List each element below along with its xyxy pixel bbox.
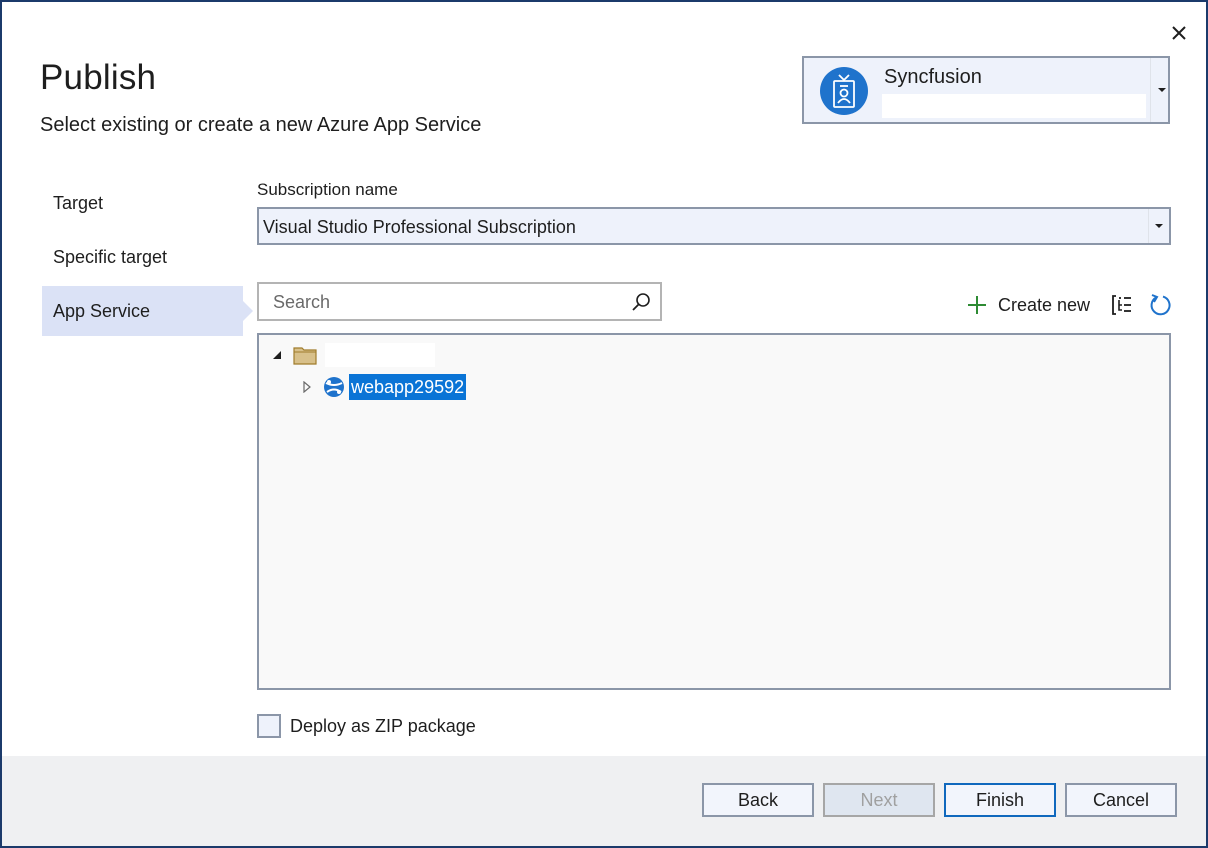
refresh-icon[interactable] <box>1148 293 1172 317</box>
close-button[interactable] <box>1168 22 1190 44</box>
deploy-zip-label: Deploy as ZIP package <box>290 715 476 736</box>
account-selector[interactable]: Syncfusion <box>802 56 1170 124</box>
id-badge-icon <box>833 74 855 108</box>
tree-toolbar: Create new <box>966 290 1172 320</box>
tree-node-resource-group[interactable] <box>271 343 435 367</box>
subscription-select[interactable]: Visual Studio Professional Subscription <box>257 207 1171 245</box>
tree-node-label: webapp29592 <box>349 374 467 400</box>
close-icon <box>1172 26 1186 40</box>
account-divider <box>1150 58 1151 122</box>
dialog-subtitle: Select existing or create a new Azure Ap… <box>40 114 482 136</box>
expand-arrow-icon[interactable] <box>301 381 313 393</box>
account-email <box>882 94 1146 118</box>
back-button[interactable]: Back <box>702 783 814 817</box>
step-app-service[interactable]: App Service <box>42 286 253 336</box>
caret-down-icon <box>1155 224 1163 228</box>
select-divider <box>1148 209 1149 243</box>
search-icon[interactable] <box>630 291 652 313</box>
tree-node-webapp[interactable]: webapp29592 <box>301 373 467 401</box>
finish-button[interactable]: Finish <box>944 783 1056 817</box>
tree-node-label <box>325 343 435 367</box>
subscription-dropdown-button[interactable] <box>1151 209 1167 243</box>
create-new-button[interactable]: Create new <box>966 294 1090 316</box>
collapse-arrow-icon[interactable] <box>271 349 283 361</box>
dialog-footer: Back Next Finish Cancel <box>2 756 1206 846</box>
checkbox-box[interactable] <box>257 714 281 738</box>
dialog-title: Publish <box>40 58 157 97</box>
avatar <box>820 67 868 115</box>
step-label: Target <box>53 192 104 213</box>
plus-icon <box>968 296 986 314</box>
wizard-steps: Target Specific target App Service <box>42 178 253 340</box>
subscription-label: Subscription name <box>257 180 398 199</box>
folder-icon <box>293 347 317 365</box>
publish-dialog: Publish Select existing or create a new … <box>0 0 1208 848</box>
caret-down-icon <box>1158 88 1166 92</box>
account-dropdown-button[interactable] <box>1154 58 1170 122</box>
search-input[interactable] <box>271 290 621 314</box>
tree-view-icon[interactable] <box>1110 293 1134 317</box>
cancel-button[interactable]: Cancel <box>1065 783 1177 817</box>
deploy-zip-checkbox[interactable]: Deploy as ZIP package <box>257 714 476 738</box>
search-box[interactable] <box>257 282 662 321</box>
app-service-globe-icon <box>324 377 344 397</box>
step-target[interactable]: Target <box>42 178 243 228</box>
step-specific-target[interactable]: Specific target <box>42 232 243 282</box>
step-label: Specific target <box>53 246 168 267</box>
step-label: App Service <box>53 300 151 321</box>
next-button[interactable]: Next <box>823 783 935 817</box>
account-name: Syncfusion <box>884 66 982 88</box>
create-new-label: Create new <box>998 294 1091 315</box>
subscription-value: Visual Studio Professional Subscription <box>263 217 576 237</box>
app-service-tree[interactable]: webapp29592 <box>257 333 1171 690</box>
